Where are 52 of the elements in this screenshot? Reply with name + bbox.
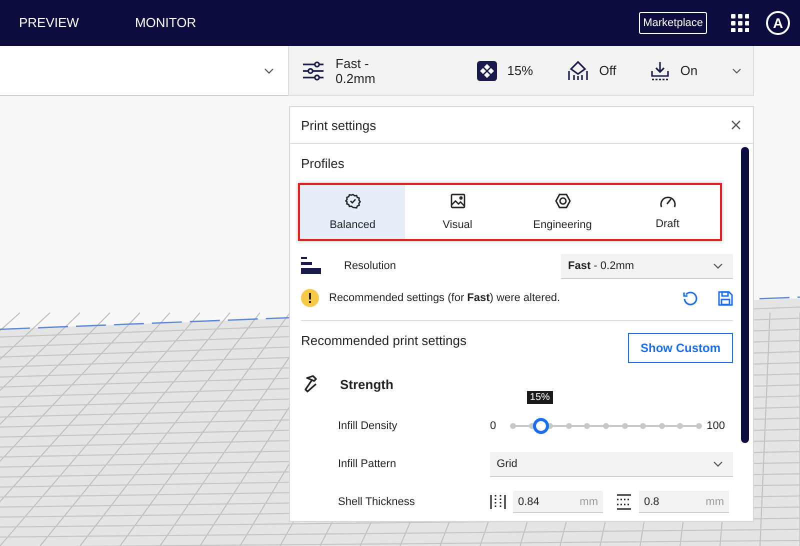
adhesion-value: On xyxy=(680,63,698,78)
slider-tooltip: 15% xyxy=(526,391,553,404)
support-icon xyxy=(567,60,590,80)
resolution-layers-icon xyxy=(301,257,321,275)
profile-option[interactable]: Engineering xyxy=(510,185,615,239)
chevron-down-icon xyxy=(732,68,741,74)
panel-title: Print settings xyxy=(301,118,376,132)
slider-max-label: 100 xyxy=(706,420,725,432)
nav-tab[interactable]: PREVIEW xyxy=(19,14,79,32)
reset-icon[interactable] xyxy=(682,290,698,306)
resolution-dropdown[interactable]: Fast - 0.2mm xyxy=(561,254,733,278)
image-icon xyxy=(450,193,466,209)
warning-icon xyxy=(301,289,319,307)
profile-option[interactable]: Balanced xyxy=(300,185,405,239)
profiles-heading: Profiles xyxy=(301,156,346,171)
nav-tab[interactable]: MONITOR xyxy=(134,14,196,32)
altered-settings-message: Recommended settings (for Fast) were altered. xyxy=(329,292,562,304)
chevron-down-icon xyxy=(264,68,274,74)
infill-pattern-label: Infill Pattern xyxy=(338,458,398,470)
marketplace-button[interactable]: Marketplace xyxy=(639,12,707,34)
account-avatar[interactable]: A xyxy=(766,11,790,35)
infill-pattern-icon xyxy=(477,60,498,80)
strength-heading: Strength xyxy=(340,376,394,392)
slider-thumb[interactable] xyxy=(532,418,549,434)
shell-thickness-label: Shell Thickness xyxy=(338,496,416,508)
scrollbar[interactable] xyxy=(741,147,749,443)
profile-value: Fast - 0.2mm xyxy=(336,56,376,86)
top-bottom-thickness-icon xyxy=(616,494,632,510)
wall-thickness-icon xyxy=(490,494,506,510)
profile-option[interactable]: Visual xyxy=(405,185,510,239)
infill-density-label: Infill Density xyxy=(338,420,398,432)
chevron-down-icon xyxy=(713,262,723,268)
recommended-heading: Recommended print settings xyxy=(301,333,466,348)
apps-grid-icon[interactable] xyxy=(731,14,749,32)
infill-value: 15% xyxy=(507,63,534,78)
chevron-down-icon xyxy=(713,460,723,466)
resolution-label: Resolution xyxy=(344,260,397,272)
support-value: Off xyxy=(599,63,616,78)
speedometer-icon xyxy=(658,194,676,208)
infill-pattern-dropdown[interactable]: Grid xyxy=(490,452,733,476)
hex-nut-icon xyxy=(554,193,570,209)
save-icon[interactable] xyxy=(718,290,733,306)
close-icon[interactable] xyxy=(731,120,741,130)
print-settings-bar[interactable]: Fast - 0.2mm 15% Off On xyxy=(288,46,754,96)
show-custom-button[interactable]: Show Custom xyxy=(628,333,733,363)
top-bottom-thickness-field[interactable]: 0.8 mm xyxy=(639,491,729,513)
gear-icon xyxy=(344,193,360,209)
slider-min-label: 0 xyxy=(490,420,498,432)
profile-option[interactable]: Draft xyxy=(615,185,720,239)
adhesion-icon xyxy=(650,60,670,80)
wall-thickness-field[interactable]: 0.84 mm xyxy=(513,491,603,513)
sliders-icon xyxy=(303,60,324,80)
